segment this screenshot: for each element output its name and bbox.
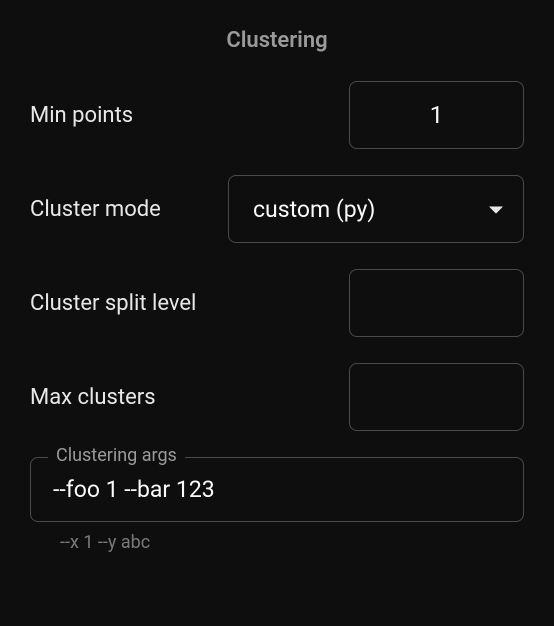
clustering-args-legend: Clustering args	[48, 445, 185, 466]
cluster-mode-select[interactable]: custom (py)	[228, 175, 524, 243]
min-points-label: Min points	[30, 103, 133, 128]
cluster-mode-row: Cluster mode custom (py)	[30, 175, 524, 243]
max-clusters-label: Max clusters	[30, 385, 156, 410]
section-title: Clustering	[30, 28, 524, 53]
cluster-mode-label: Cluster mode	[30, 197, 161, 222]
clustering-args-field: Clustering args	[30, 457, 524, 522]
clustering-section: Clustering Min points Cluster mode custo…	[30, 28, 524, 553]
chevron-down-icon	[489, 200, 503, 219]
clustering-args-helper: --x 1 --y abc	[60, 532, 524, 553]
min-points-row: Min points	[30, 81, 524, 149]
max-clusters-input[interactable]	[349, 363, 524, 431]
cluster-mode-value: custom (py)	[253, 196, 375, 223]
max-clusters-row: Max clusters	[30, 363, 524, 431]
clustering-args-input[interactable]	[53, 476, 501, 503]
min-points-input[interactable]	[349, 81, 524, 149]
clustering-args-box	[30, 457, 524, 522]
cluster-split-level-label: Cluster split level	[30, 291, 196, 316]
cluster-split-level-row: Cluster split level	[30, 269, 524, 337]
cluster-split-level-input[interactable]	[349, 269, 524, 337]
